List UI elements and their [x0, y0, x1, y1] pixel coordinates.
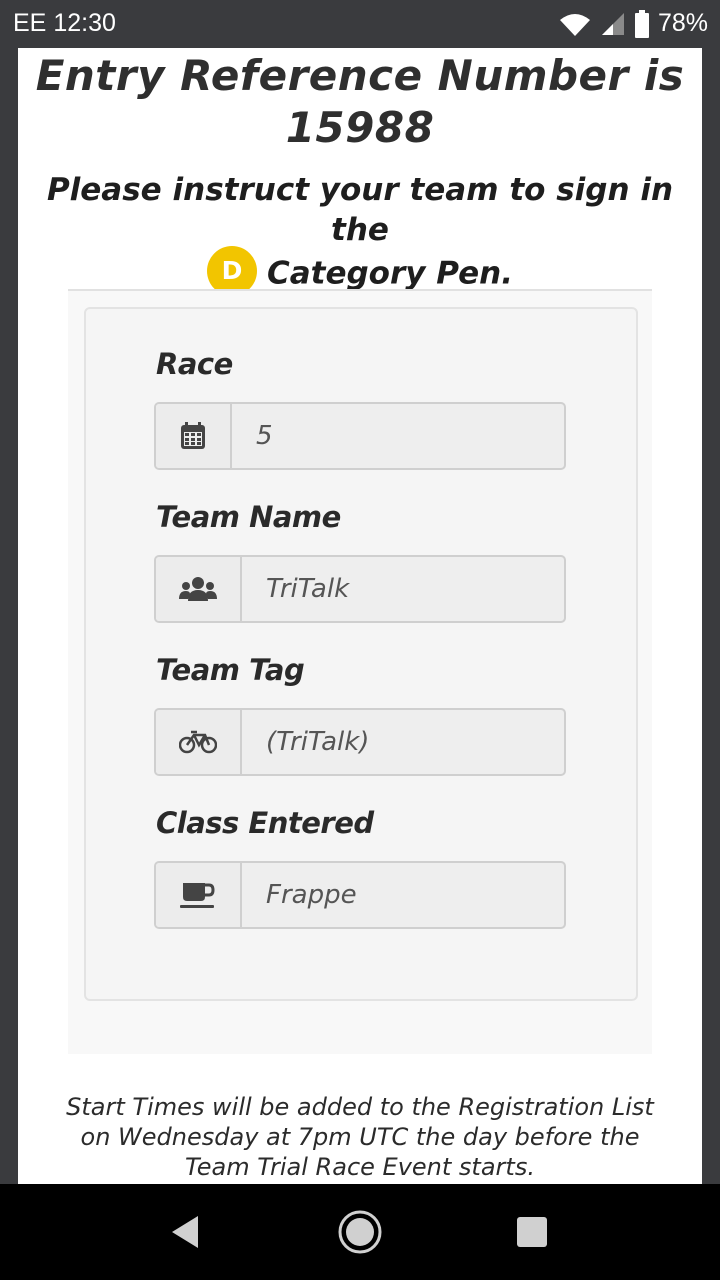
- class-entered-value: Frappe: [266, 880, 357, 910]
- instruction-prefix: Please instruct your team to sign in the: [46, 172, 674, 248]
- entry-details-panel: Race 5 Team Name TriTalk Team Tag (TriTa…: [68, 291, 652, 1054]
- battery-percent: 78%: [657, 9, 708, 37]
- carrier-label: EE: [13, 9, 47, 37]
- team-tag-label: Team Tag: [156, 653, 305, 687]
- class-entered-field: Frappe: [154, 861, 566, 929]
- team-name-field: TriTalk: [154, 555, 566, 623]
- calendar-icon: [156, 404, 232, 468]
- wifi-icon: [558, 11, 592, 37]
- status-carrier-time: EE 12:30: [13, 9, 116, 38]
- signal-icon: [600, 11, 626, 37]
- sign-in-instruction: Please instruct your team to sign in the…: [38, 170, 682, 300]
- instruction-suffix: Category Pen.: [266, 255, 514, 292]
- status-right: 78%: [558, 9, 708, 38]
- team-tag-field: (TriTalk): [154, 708, 566, 776]
- navigation-bar: [0, 1184, 720, 1280]
- registration-confirmation-page: Entry Reference Number is 15988 Please i…: [18, 48, 702, 1184]
- recents-icon[interactable]: [508, 1208, 556, 1256]
- race-field: 5: [154, 402, 566, 470]
- team-name-value: TriTalk: [266, 574, 350, 604]
- home-icon[interactable]: [336, 1208, 384, 1256]
- battery-icon: [634, 9, 650, 38]
- class-entered-label: Class Entered: [156, 806, 374, 840]
- start-times-note: Start Times will be added to the Registr…: [66, 1093, 654, 1181]
- users-icon: [156, 557, 242, 621]
- coffee-icon: [156, 863, 242, 927]
- entry-reference-heading: Entry Reference Number is 15988: [35, 51, 685, 152]
- race-value: 5: [256, 421, 273, 451]
- back-icon[interactable]: [162, 1208, 210, 1256]
- entry-details-card: Race 5 Team Name TriTalk Team Tag (TriTa…: [84, 307, 638, 1001]
- team-tag-value: (TriTalk): [266, 727, 370, 757]
- team-name-label: Team Name: [156, 500, 341, 534]
- status-bar: EE 12:30 78%: [0, 0, 720, 48]
- clock-time: 12:30: [53, 9, 116, 37]
- bicycle-icon: [156, 710, 242, 774]
- race-label: Race: [156, 347, 233, 381]
